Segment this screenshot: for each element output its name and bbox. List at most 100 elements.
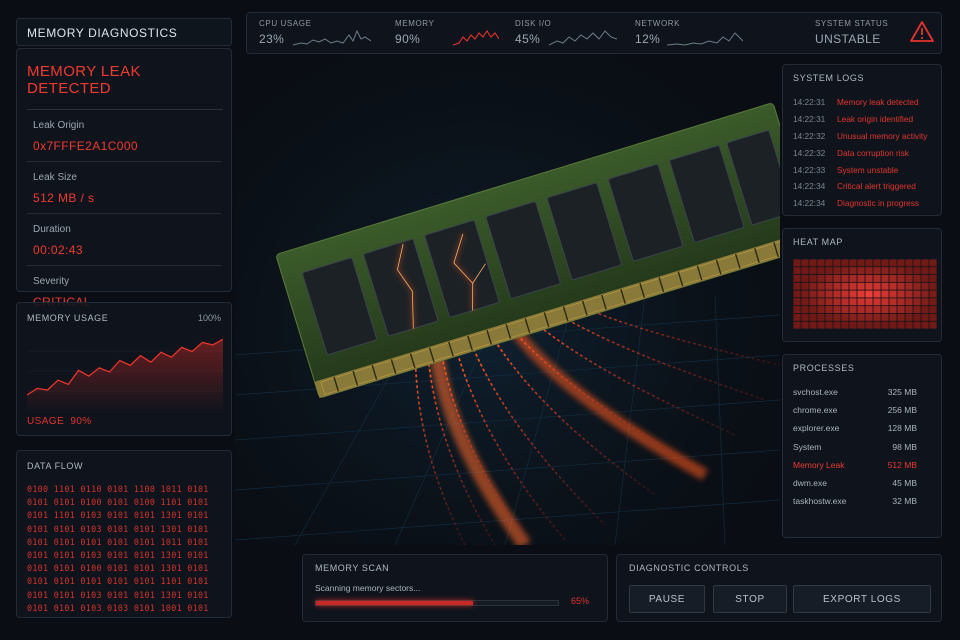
heat-map-cell bbox=[801, 282, 809, 290]
leak-size-row: Leak Size 512 MB / s bbox=[27, 162, 221, 214]
heat-map-cell bbox=[841, 313, 849, 321]
leak-origin-label: Leak Origin bbox=[33, 120, 85, 131]
memory-scan-panel: MEMORY SCAN Scanning memory sectors... 6… bbox=[302, 554, 608, 622]
memory-usage-readout: USAGE 90% bbox=[27, 416, 92, 427]
heat-map-cell bbox=[817, 321, 825, 329]
heat-map-cell bbox=[793, 290, 801, 298]
log-item: 14:22:33 System unstable bbox=[793, 165, 931, 175]
network-sparkline bbox=[667, 32, 743, 46]
heat-map-cell bbox=[905, 282, 913, 290]
process-row[interactable]: explorer.exe 128 MB bbox=[793, 423, 931, 433]
data-flow-line: 0101 0101 0100 0101 0101 1301 0101 bbox=[27, 563, 209, 574]
heat-map-cell bbox=[913, 290, 921, 298]
heat-map-cell bbox=[873, 290, 881, 298]
heat-map-cell bbox=[825, 313, 833, 321]
heat-map-cell bbox=[825, 259, 833, 267]
heat-map-cell bbox=[833, 290, 841, 298]
log-message: System unstable bbox=[837, 164, 899, 175]
process-memory: 45 MB bbox=[892, 477, 917, 488]
data-flow-line: 0101 0101 0103 0103 0101 1001 0101 bbox=[27, 602, 209, 613]
memory-usage-title: MEMORY USAGE bbox=[27, 313, 109, 323]
metric-memory-value: 90% bbox=[395, 32, 421, 46]
heat-map-cell bbox=[889, 290, 897, 298]
heat-map-cell bbox=[825, 274, 833, 282]
process-row[interactable]: taskhostw.exe 32 MB bbox=[793, 496, 931, 506]
heat-map-cell bbox=[801, 306, 809, 314]
heat-map-cell bbox=[873, 259, 881, 267]
process-row[interactable]: dwm.exe 45 MB bbox=[793, 478, 931, 488]
heat-map-cell bbox=[865, 313, 873, 321]
process-name: Memory Leak bbox=[793, 459, 845, 470]
log-item: 14:22:34 Critical alert triggered bbox=[793, 181, 931, 191]
data-flow-line: 0101 1101 0103 0101 0101 1301 0101 bbox=[27, 510, 209, 521]
process-memory: 98 MB bbox=[892, 441, 917, 452]
process-row[interactable]: svchost.exe 325 MB bbox=[793, 387, 931, 397]
heat-map-cell bbox=[825, 298, 833, 306]
heat-map-cell bbox=[825, 321, 833, 329]
heat-map-cell bbox=[873, 298, 881, 306]
process-name: svchost.exe bbox=[793, 387, 838, 397]
heat-map-cell bbox=[857, 306, 865, 314]
heat-map-cell bbox=[905, 313, 913, 321]
log-time: 14:22:34 bbox=[793, 198, 826, 209]
heat-map-cell bbox=[849, 259, 857, 267]
heat-map-cell bbox=[913, 282, 921, 290]
heat-map-cell bbox=[849, 282, 857, 290]
heat-map-cell bbox=[873, 306, 881, 314]
heat-map-cell bbox=[849, 290, 857, 298]
log-message: Critical alert triggered bbox=[837, 181, 916, 192]
process-row-memory-leak[interactable]: Memory Leak 512 MB bbox=[793, 460, 931, 470]
heat-map-title: HEAT MAP bbox=[793, 237, 843, 247]
heat-map-cell bbox=[849, 306, 857, 314]
heat-map-cell bbox=[849, 313, 857, 321]
heat-map-cell bbox=[793, 313, 801, 321]
heat-map-cell bbox=[881, 282, 889, 290]
process-name: chrome.exe bbox=[793, 405, 838, 416]
heat-map-cell bbox=[841, 259, 849, 267]
heat-map-cell bbox=[865, 298, 873, 306]
heat-map-cell bbox=[849, 298, 857, 306]
heat-map-cell bbox=[809, 274, 817, 282]
process-row[interactable]: System 98 MB bbox=[793, 442, 931, 452]
heat-map-cell bbox=[833, 282, 841, 290]
memory-usage-panel: MEMORY USAGE 100% USAGE 90% bbox=[16, 302, 232, 436]
leak-alert-panel: MEMORY LEAK DETECTED Leak Origin 0x7FFFE… bbox=[16, 48, 232, 309]
heat-map-cell bbox=[801, 298, 809, 306]
metric-memory: MEMORY 90% bbox=[395, 19, 434, 46]
data-flow-line: 0101 0101 0100 0101 0100 1101 0101 bbox=[27, 497, 209, 508]
heat-map-cell bbox=[833, 313, 841, 321]
metric-disk-label: DISK I/O bbox=[515, 19, 552, 28]
leak-size-label: Leak Size bbox=[33, 172, 77, 183]
heat-map-cell bbox=[809, 298, 817, 306]
stop-button[interactable]: STOP bbox=[713, 585, 787, 613]
leak-severity-label: Severity bbox=[33, 276, 70, 287]
heat-map-cell bbox=[905, 290, 913, 298]
heat-map-cell bbox=[929, 298, 937, 306]
leak-duration-row: Duration 00:02:43 bbox=[27, 214, 221, 266]
heat-map-cell bbox=[889, 321, 897, 329]
heat-map-cell bbox=[857, 298, 865, 306]
heat-map-cell bbox=[857, 321, 865, 329]
log-item: 14:22:31 Leak origin identified bbox=[793, 114, 931, 124]
heat-map-cell bbox=[913, 274, 921, 282]
pause-button[interactable]: PAUSE bbox=[629, 585, 705, 613]
memory-usage-max: 100% bbox=[197, 313, 221, 323]
heat-map-cell bbox=[809, 282, 817, 290]
heat-map-cell bbox=[873, 274, 881, 282]
heat-map-cell bbox=[889, 306, 897, 314]
log-message: Data corruption risk bbox=[837, 147, 909, 158]
process-row[interactable]: chrome.exe 256 MB bbox=[793, 405, 931, 415]
memory-scan-title: MEMORY SCAN bbox=[315, 563, 390, 573]
heat-map-cell bbox=[905, 274, 913, 282]
heat-map-cell bbox=[865, 321, 873, 329]
heat-map-cell bbox=[817, 313, 825, 321]
system-status-label: SYSTEM STATUS bbox=[815, 19, 889, 28]
heat-map-cell bbox=[809, 306, 817, 314]
memory-usage-label: USAGE bbox=[27, 416, 65, 427]
data-flow-line: 0101 0101 0103 0101 0101 1301 0101 bbox=[27, 523, 209, 534]
heat-map-cell bbox=[801, 267, 809, 275]
heat-map-cell bbox=[809, 259, 817, 267]
heat-map-cell bbox=[817, 267, 825, 275]
cpu-sparkline bbox=[293, 29, 371, 46]
export-logs-button[interactable]: EXPORT LOGS bbox=[793, 585, 931, 613]
